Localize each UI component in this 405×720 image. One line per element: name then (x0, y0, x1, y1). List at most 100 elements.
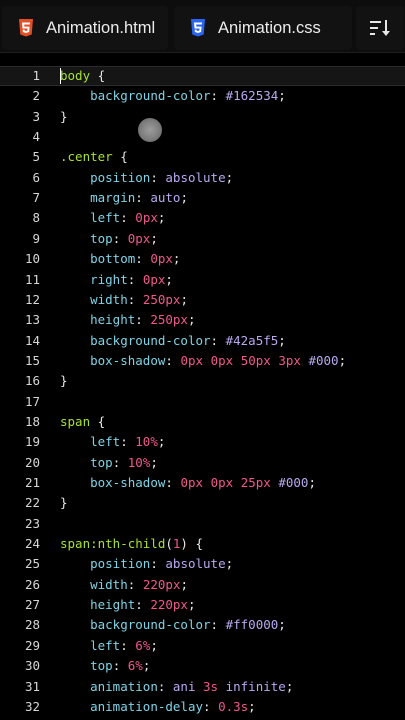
code-token: ( (165, 536, 173, 552)
code-line[interactable]: 15 box-shadow: 0px 0px 50px 3px #000; (0, 351, 405, 371)
code-token: left (90, 434, 121, 450)
code-line[interactable]: 30 top: 6%; (0, 656, 405, 676)
code-line[interactable]: 12 width: 250px; (0, 290, 405, 310)
code-line[interactable]: 23 (0, 514, 405, 534)
code-token: 3 (203, 678, 211, 694)
code-token: animation (90, 678, 158, 694)
code-text: background-color: #42a5f5; (60, 331, 286, 351)
code-line[interactable]: 9 top: 0px; (0, 229, 405, 249)
code-line[interactable]: 31 animation: ani 3s infinite; (0, 677, 405, 697)
code-token: : (157, 678, 173, 694)
code-line[interactable]: 17 (0, 392, 405, 412)
code-token: px (172, 312, 188, 328)
code-line[interactable]: 32 animation-delay: 0.3s; (0, 697, 405, 717)
tab-animation-html[interactable]: Animation.html (2, 6, 168, 50)
line-number: 31 (24, 678, 40, 694)
code-token: height (90, 312, 136, 328)
code-line[interactable]: 14 background-color: #42a5f5; (0, 331, 405, 351)
code-token: ; (278, 617, 286, 633)
code-token: : (135, 597, 151, 613)
code-line[interactable]: 13 height: 250px; (0, 310, 405, 330)
code-text: position: absolute; (60, 168, 233, 188)
code-token: ; (172, 251, 181, 267)
code-line[interactable]: 26 width: 220px; (0, 575, 405, 595)
code-line[interactable]: 20 top: 10%; (0, 453, 405, 473)
code-token: absolute (165, 169, 226, 185)
line-number: 25 (24, 556, 40, 572)
code-token: : (135, 312, 151, 328)
code-line[interactable]: 21 box-shadow: 0px 0px 25px #000; (0, 473, 405, 493)
code-token: : (165, 475, 181, 490)
code-line[interactable]: 19 left: 10%; (0, 432, 405, 452)
code-line[interactable]: 4 (0, 127, 405, 147)
code-token: : (120, 434, 136, 450)
code-token: 6 (135, 637, 143, 653)
code-line[interactable]: 16} (0, 371, 405, 391)
line-number: 26 (24, 576, 40, 592)
code-line[interactable]: 2 background-color: #162534; (0, 86, 405, 106)
code-line[interactable]: 7 margin: auto; (0, 188, 405, 208)
code-line[interactable]: 8 left: 0px; (0, 208, 405, 228)
css3-icon (191, 19, 205, 37)
code-text: box-shadow: 0px 0px 25px #000; (60, 473, 316, 493)
code-text: span:nth-child(1) { (60, 534, 203, 554)
code-line[interactable]: 18 span { (0, 412, 405, 432)
line-number: 30 (24, 658, 40, 674)
code-token: 0 (180, 475, 188, 490)
line-number: 11 (24, 271, 40, 287)
code-token: px (187, 352, 204, 368)
code-editor[interactable]: 1 body {2 background-color: #162534; 3} 4 5.… (0, 66, 405, 720)
code-line[interactable]: 24 span:nth-child(1) { (0, 534, 405, 554)
tab-animation-css[interactable]: Animation.css (174, 6, 352, 50)
tab-label: Animation.html (46, 18, 156, 37)
code-token: ; (150, 230, 158, 246)
code-text: animation: ani 3s infinite; (60, 677, 293, 697)
code-line[interactable]: 25 position: absolute; (0, 554, 405, 574)
code-line[interactable]: 5 .center { (0, 147, 405, 167)
code-token: } (60, 108, 68, 124)
line-number: 14 (24, 332, 40, 348)
code-token: px (187, 475, 204, 490)
code-line[interactable]: 6 position: absolute; (0, 168, 405, 188)
line-number: 13 (24, 312, 40, 328)
code-token: #162534 (225, 88, 279, 104)
code-token: px (172, 597, 188, 613)
code-token: ; (278, 332, 286, 348)
code-line[interactable]: 1 body { (0, 66, 405, 86)
code-token: ) { (180, 536, 203, 552)
code-line[interactable]: 3} (0, 107, 405, 127)
sort-button[interactable] (356, 6, 404, 50)
code-line[interactable]: 11 right: 0px; (0, 270, 405, 290)
code-token: width (90, 291, 128, 307)
code-line[interactable]: 27 height: 220px; (0, 595, 405, 615)
code-line[interactable]: 10 bottom: 0px; (0, 249, 405, 269)
code-token: ; (180, 291, 188, 307)
code-token: span:nth-child (60, 536, 166, 552)
code-text: top: 6%; (60, 656, 150, 676)
code-line[interactable]: 29 left: 6%; (0, 636, 405, 656)
code-line[interactable]: 28 background-color: #ff0000; (0, 615, 405, 635)
code-line[interactable]: 22} (0, 493, 405, 513)
line-number: 23 (24, 515, 40, 531)
code-token: background-color (90, 617, 211, 633)
code-token: span (60, 413, 91, 429)
code-text: } (60, 493, 68, 513)
code-token: body (60, 68, 91, 83)
code-token: % (135, 658, 143, 674)
code-token: { (90, 413, 106, 429)
code-token: ; (157, 210, 166, 226)
code-text: top: 10%; (60, 453, 158, 473)
code-token: ; (165, 271, 173, 287)
code-token: ; (225, 556, 234, 572)
